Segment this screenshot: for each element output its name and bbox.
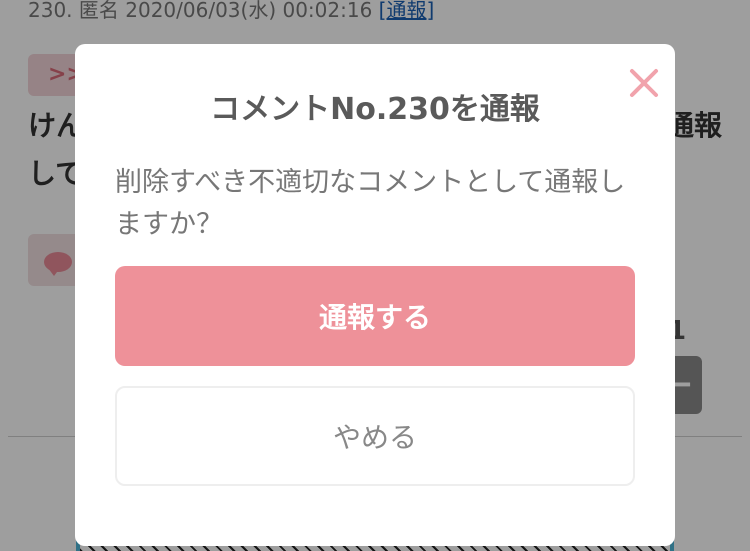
cancel-button[interactable]: やめる: [115, 386, 635, 486]
report-dialog: コメントNo.230を通報 削除すべき不適切なコメントとして通報しますか？ 通報…: [75, 44, 675, 546]
dialog-title: コメントNo.230を通報: [210, 92, 540, 127]
dialog-message: 削除すべき不適切なコメントとして通報しますか？: [115, 167, 626, 240]
report-button[interactable]: 通報する: [115, 266, 635, 366]
